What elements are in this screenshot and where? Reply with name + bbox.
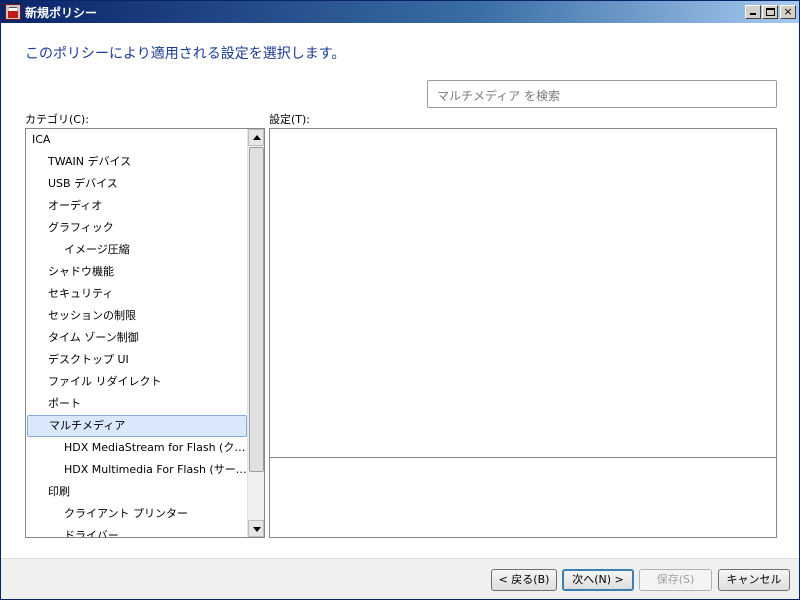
category-label: カテゴリ(C):	[25, 113, 89, 126]
category-item[interactable]: 印刷	[26, 481, 248, 503]
category-item[interactable]: セキュリティ	[26, 283, 248, 305]
window-controls: ×	[744, 5, 796, 19]
cancel-button[interactable]: キャンセル	[718, 569, 790, 591]
scroll-thumb[interactable]	[249, 147, 264, 472]
category-scrollbar[interactable]	[247, 129, 264, 537]
close-button[interactable]: ×	[780, 5, 796, 19]
minimize-button[interactable]	[745, 5, 761, 19]
category-item[interactable]: ファイル リダイレクト	[26, 371, 248, 393]
category-item[interactable]: デスクトップ UI	[26, 349, 248, 371]
minimize-icon	[750, 13, 756, 15]
settings-list[interactable]	[270, 129, 776, 457]
arrow-down-icon	[253, 527, 261, 532]
category-item[interactable]: シャドウ機能	[26, 261, 248, 283]
category-item-selected[interactable]: マルチメディア	[27, 415, 247, 437]
category-item[interactable]: クライアント プリンター	[26, 503, 248, 525]
category-item[interactable]: ICA	[26, 129, 248, 151]
category-item[interactable]: タイム ゾーン制御	[26, 327, 248, 349]
search-input[interactable]: マルチメディア を検索	[427, 80, 777, 108]
category-list[interactable]: ICA TWAIN デバイス USB デバイス オーディオ グラフィック イメージ圧縮 シャ…	[25, 128, 265, 538]
window-title: 新規ポリシー	[25, 6, 98, 20]
category-item[interactable]: TWAIN デバイス	[26, 151, 248, 173]
arrow-up-icon	[253, 135, 261, 140]
policy-dialog: 新規ポリシー × このポリシーにより適用される設定を選択します。 マルチメディア…	[0, 0, 800, 600]
scroll-down-button[interactable]	[248, 520, 264, 537]
title-bar[interactable]: 新規ポリシー ×	[1, 1, 799, 23]
category-item[interactable]: オーディオ	[26, 195, 248, 217]
close-icon: ×	[783, 5, 793, 18]
maximize-icon	[766, 8, 775, 16]
settings-label: 設定(T):	[269, 113, 311, 126]
category-item[interactable]: イメージ圧縮	[26, 239, 248, 261]
save-button[interactable]: 保存(S)	[639, 569, 712, 591]
page-heading: このポリシーにより適用される設定を選択します。	[25, 46, 346, 62]
category-item[interactable]: ポート	[26, 393, 248, 415]
settings-description	[270, 458, 776, 537]
settings-panel	[269, 128, 777, 538]
back-button[interactable]: < 戻る(B)	[491, 569, 557, 591]
scroll-up-button[interactable]	[248, 129, 264, 146]
maximize-button[interactable]	[762, 5, 778, 19]
category-item[interactable]: HDX Multimedia For Flash (サーバー)	[26, 459, 248, 481]
button-bar: < 戻る(B) 次へ(N) > 保存(S) キャンセル	[1, 558, 799, 599]
category-items: ICA TWAIN デバイス USB デバイス オーディオ グラフィック イメージ圧縮 シャ…	[26, 129, 248, 537]
category-item[interactable]: HDX MediaStream for Flash (クライアント)	[26, 437, 248, 459]
category-item[interactable]: グラフィック	[26, 217, 248, 239]
category-item[interactable]: USB デバイス	[26, 173, 248, 195]
category-item[interactable]: ドライバー	[26, 525, 248, 537]
next-button[interactable]: 次へ(N) >	[562, 569, 634, 591]
app-icon	[5, 4, 21, 20]
category-item[interactable]: セッションの制限	[26, 305, 248, 327]
